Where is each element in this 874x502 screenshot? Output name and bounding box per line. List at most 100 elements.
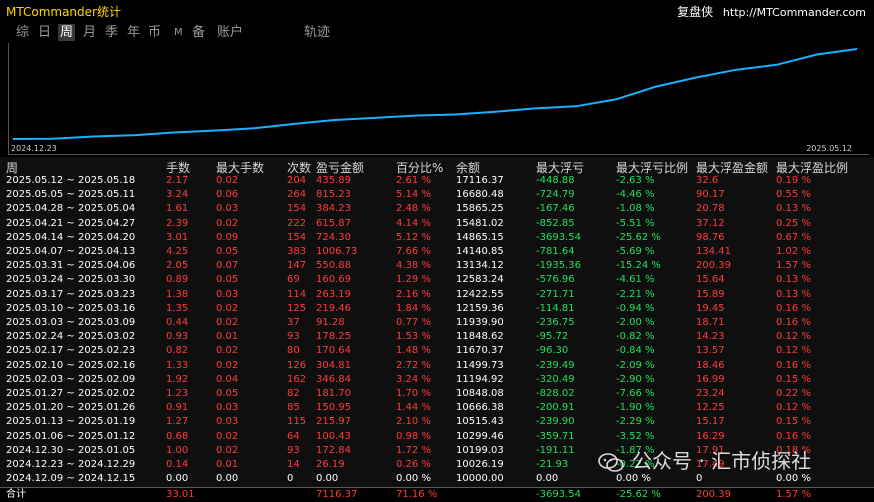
- total-max-drawdown: -3693.54: [536, 489, 581, 501]
- cell-max-floating-profit-ratio: 0.55 %: [776, 189, 811, 201]
- cell-lots: 1.27: [166, 416, 189, 428]
- chart-start-date: 2024.12.23: [11, 144, 57, 153]
- cell-balance: 10666.38: [456, 402, 504, 414]
- cell-percent: 5.12 %: [396, 231, 431, 243]
- cell-max-floating-profit: 18.46: [696, 359, 725, 371]
- cell-max-floating-profit: 15.64: [696, 274, 725, 286]
- cell-trades: 93: [287, 444, 300, 456]
- equity-line: [12, 48, 858, 140]
- table-row[interactable]: 2025.03.17 ~ 2025.03.23 1.38 0.03 114 263.19…: [0, 288, 874, 302]
- cell-max-drawdown-ratio: -0.94 %: [616, 302, 655, 314]
- cell-week: 2025.04.21 ~ 2025.04.27: [6, 217, 136, 229]
- cell-max-floating-profit: 134.41: [696, 246, 731, 257]
- cell-max-lots: 0.04: [216, 373, 239, 385]
- cell-max-floating-profit: 19.45: [696, 302, 725, 314]
- cell-percent: 4.14 %: [396, 217, 431, 229]
- tab-month[interactable]: 月: [83, 24, 96, 41]
- brand-name: 复盘侠: [677, 5, 714, 19]
- cell-trades: 154: [287, 203, 307, 215]
- cell-max-drawdown-ratio: -2.29 %: [616, 416, 655, 428]
- table-row[interactable]: 2024.12.09 ~ 2024.12.15 0.00 0.00 0 0.00 0.00…: [0, 472, 874, 486]
- cell-max-drawdown: -576.96: [536, 274, 575, 286]
- tab-currency[interactable]: 币: [148, 24, 161, 41]
- table-row[interactable]: 2025.02.03 ~ 2025.02.09 1.92 0.04 162 346.84…: [0, 373, 874, 387]
- cell-max-floating-profit-ratio: 0.12 %: [776, 345, 811, 357]
- tab-week[interactable]: 周: [58, 24, 76, 41]
- tab-magic[interactable]: M: [174, 24, 183, 41]
- cell-lots: 1.35: [166, 302, 189, 314]
- cell-week: 2024.12.23 ~ 2024.12.29: [6, 459, 136, 470]
- cell-trades: 82: [287, 388, 300, 399]
- cell-max-drawdown-ratio: -5.51 %: [616, 217, 655, 229]
- tab-year[interactable]: 年: [127, 24, 140, 41]
- cell-profit: 160.69: [316, 274, 351, 286]
- cell-profit: 384.23: [316, 203, 351, 215]
- brand: 复盘侠 http://MTCommander.com: [677, 3, 866, 20]
- table-row[interactable]: 2025.05.05 ~ 2025.05.11 3.24 0.06 264 815.23…: [0, 188, 874, 202]
- cell-week: 2025.02.24 ~ 2025.03.02: [6, 331, 136, 343]
- table-row[interactable]: 2025.03.10 ~ 2025.03.16 1.35 0.02 125 219.46…: [0, 302, 874, 316]
- cell-week: 2025.03.17 ~ 2025.03.23: [6, 288, 136, 300]
- table-row[interactable]: 2025.03.24 ~ 2025.03.30 0.89 0.05 69 160.69 1…: [0, 273, 874, 287]
- cell-max-floating-profit: 98.76: [696, 231, 725, 243]
- cell-max-drawdown: -239.90: [536, 416, 575, 428]
- cell-max-floating-profit-ratio: 0.12 %: [776, 402, 811, 414]
- table-row[interactable]: 2025.03.03 ~ 2025.03.09 0.44 0.02 37 91.28 0.…: [0, 316, 874, 330]
- table-row[interactable]: 2025.02.10 ~ 2025.02.16 1.33 0.02 126 304.81…: [0, 359, 874, 373]
- tab-track[interactable]: 轨迹: [304, 24, 330, 41]
- total-week: 合计: [6, 489, 26, 501]
- table-row[interactable]: 2025.01.06 ~ 2025.01.12 0.68 0.02 64 100.43 0…: [0, 430, 874, 444]
- table-row[interactable]: 2025.04.07 ~ 2025.04.13 4.25 0.05 383 1006.7…: [0, 245, 874, 259]
- cell-lots: 1.33: [166, 359, 189, 371]
- cell-max-floating-profit: 23.24: [696, 388, 725, 399]
- cell-profit: 815.23: [316, 189, 351, 201]
- cell-percent: 1.70 %: [396, 388, 431, 399]
- cell-max-lots: 0.01: [216, 459, 239, 470]
- cell-max-drawdown-ratio: -5.69 %: [616, 246, 655, 257]
- title-bar: MTCommander统计 复盘侠 http://MTCommander.com: [0, 0, 874, 22]
- cell-profit: 100.43: [316, 430, 351, 442]
- table-row[interactable]: 2025.04.14 ~ 2025.04.20 3.01 0.09 154 724.30…: [0, 231, 874, 245]
- tab-account[interactable]: 账户: [217, 24, 243, 41]
- cell-trades: 93: [287, 331, 300, 343]
- cell-profit: 181.70: [316, 388, 351, 399]
- table-row[interactable]: 2025.04.21 ~ 2025.04.27 2.39 0.02 222 615.87…: [0, 217, 874, 231]
- tab-overview[interactable]: 综: [16, 24, 29, 41]
- cell-max-drawdown: -95.72: [536, 331, 569, 343]
- table-row[interactable]: 2025.01.13 ~ 2025.01.19 1.27 0.03 115 215.97…: [0, 415, 874, 429]
- table-row[interactable]: 2025.01.20 ~ 2025.01.26 0.91 0.03 85 150.95 1…: [0, 401, 874, 415]
- cell-max-floating-profit: 12.25: [696, 402, 725, 414]
- cell-percent: 1.48 %: [396, 345, 431, 357]
- cell-max-drawdown-ratio: -2.63 %: [616, 175, 655, 186]
- cell-max-lots: 0.03: [216, 416, 239, 428]
- table-row[interactable]: 2025.02.17 ~ 2025.02.23 0.82 0.02 80 170.64 1…: [0, 344, 874, 358]
- cell-max-floating-profit-ratio: 0.16 %: [776, 430, 811, 442]
- wechat-icon: [598, 452, 624, 472]
- table-row[interactable]: 2025.03.31 ~ 2025.04.06 2.05 0.07 147 550.88…: [0, 259, 874, 273]
- cell-percent: 4.38 %: [396, 260, 431, 272]
- cell-balance: 13134.12: [456, 260, 504, 272]
- cell-percent: 0.00 %: [396, 473, 431, 485]
- tab-quarter[interactable]: 季: [105, 24, 118, 41]
- brand-url-link[interactable]: http://MTCommander.com: [723, 6, 866, 19]
- cell-percent: 0.77 %: [396, 317, 431, 328]
- cell-trades: 0: [287, 473, 294, 485]
- cell-percent: 0.98 %: [396, 430, 431, 442]
- cell-trades: 69: [287, 274, 300, 286]
- cell-max-lots: 0.02: [216, 345, 239, 357]
- cell-max-floating-profit-ratio: 0.13 %: [776, 274, 811, 286]
- cell-max-lots: 0.03: [216, 288, 239, 300]
- tab-day[interactable]: 日: [38, 24, 51, 41]
- cell-max-drawdown: -724.79: [536, 189, 575, 201]
- cell-trades: 85: [287, 402, 300, 414]
- table-row[interactable]: 2025.02.24 ~ 2025.03.02 0.93 0.01 93 178.25 1…: [0, 330, 874, 344]
- total-max-drawdown-ratio: -25.62 %: [616, 489, 661, 501]
- cell-lots: 1.23: [166, 388, 189, 399]
- table-row[interactable]: 2025.04.28 ~ 2025.05.04 1.61 0.03 154 384.23…: [0, 202, 874, 216]
- tab-notes[interactable]: 备: [192, 24, 205, 41]
- cell-max-lots: 0.06: [216, 189, 239, 201]
- cell-week: 2025.04.14 ~ 2025.04.20: [6, 231, 136, 243]
- table-row[interactable]: 2025.01.27 ~ 2025.02.02 1.23 0.05 82 181.70 1…: [0, 387, 874, 401]
- cell-max-drawdown-ratio: -1.08 %: [616, 203, 655, 215]
- table-row[interactable]: 2025.05.12 ~ 2025.05.18 2.17 0.02 204 435.89…: [0, 174, 874, 188]
